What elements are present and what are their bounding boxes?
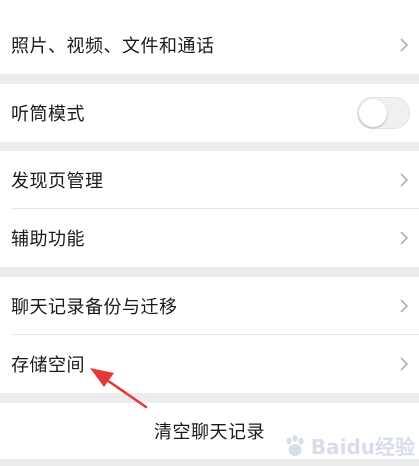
chat-backup-label: 聊天记录备份与迁移 (11, 297, 178, 318)
baidu-watermark: Baidu经验 (282, 431, 415, 460)
chevron-right-icon (400, 299, 409, 313)
earpiece-group: 听筒模式 (0, 84, 419, 142)
storage-group: 聊天记录备份与迁移 存储空间 (0, 277, 419, 393)
chat-settings-page: 照片、视频、文件和通话 听筒模式 发现页管理 辅助功能 聊天记录备份与迁移 存储… (0, 0, 419, 466)
discover-management-item[interactable]: 发现页管理 (0, 151, 419, 209)
clear-chat-history-label: 清空聊天记录 (154, 422, 265, 443)
earpiece-mode-item: 听筒模式 (0, 84, 419, 142)
chevron-right-icon (400, 357, 409, 371)
storage-space-item[interactable]: 存储空间 (0, 335, 419, 393)
earpiece-mode-toggle[interactable] (357, 97, 410, 129)
media-settings-label: 照片、视频、文件和通话 (11, 36, 215, 57)
watermark-text: Baidu经验 (310, 435, 415, 459)
earpiece-mode-label: 听筒模式 (11, 104, 85, 125)
storage-space-label: 存储空间 (11, 355, 85, 376)
chevron-right-icon (400, 38, 409, 52)
toggle-knob (359, 99, 387, 127)
chat-backup-item[interactable]: 聊天记录备份与迁移 (0, 277, 419, 335)
accessibility-label: 辅助功能 (11, 229, 85, 250)
discover-group: 发现页管理 辅助功能 (0, 151, 419, 267)
media-settings-item[interactable]: 照片、视频、文件和通话 (0, 16, 419, 74)
media-group: 照片、视频、文件和通话 (0, 0, 419, 74)
accessibility-item[interactable]: 辅助功能 (0, 209, 419, 267)
paw-logo-icon (286, 434, 304, 456)
chevron-right-icon (400, 173, 409, 187)
chevron-right-icon (400, 231, 409, 245)
discover-management-label: 发现页管理 (11, 171, 104, 192)
